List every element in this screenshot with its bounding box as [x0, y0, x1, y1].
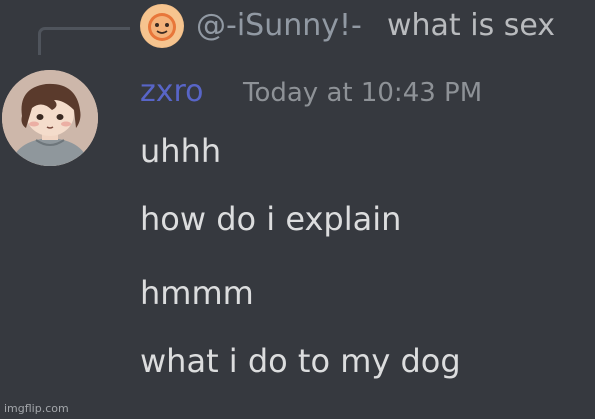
message-line: uhhh [140, 132, 222, 170]
message-line: what i do to my dog [140, 342, 461, 380]
reply-message-preview[interactable]: what is sex [387, 8, 555, 43]
message-line: hmmm [140, 274, 254, 312]
user-avatar[interactable] [2, 70, 98, 166]
watermark: imgflip.com [4, 402, 69, 415]
message-line: how do i explain [140, 200, 402, 238]
reply-connector-line [38, 27, 130, 55]
message-timestamp: Today at 10:43 PM [243, 78, 483, 108]
reply-username[interactable]: @-iSunny!- [196, 8, 362, 43]
message-username[interactable]: zxro [140, 74, 204, 109]
sun-avatar-icon[interactable] [140, 4, 184, 48]
